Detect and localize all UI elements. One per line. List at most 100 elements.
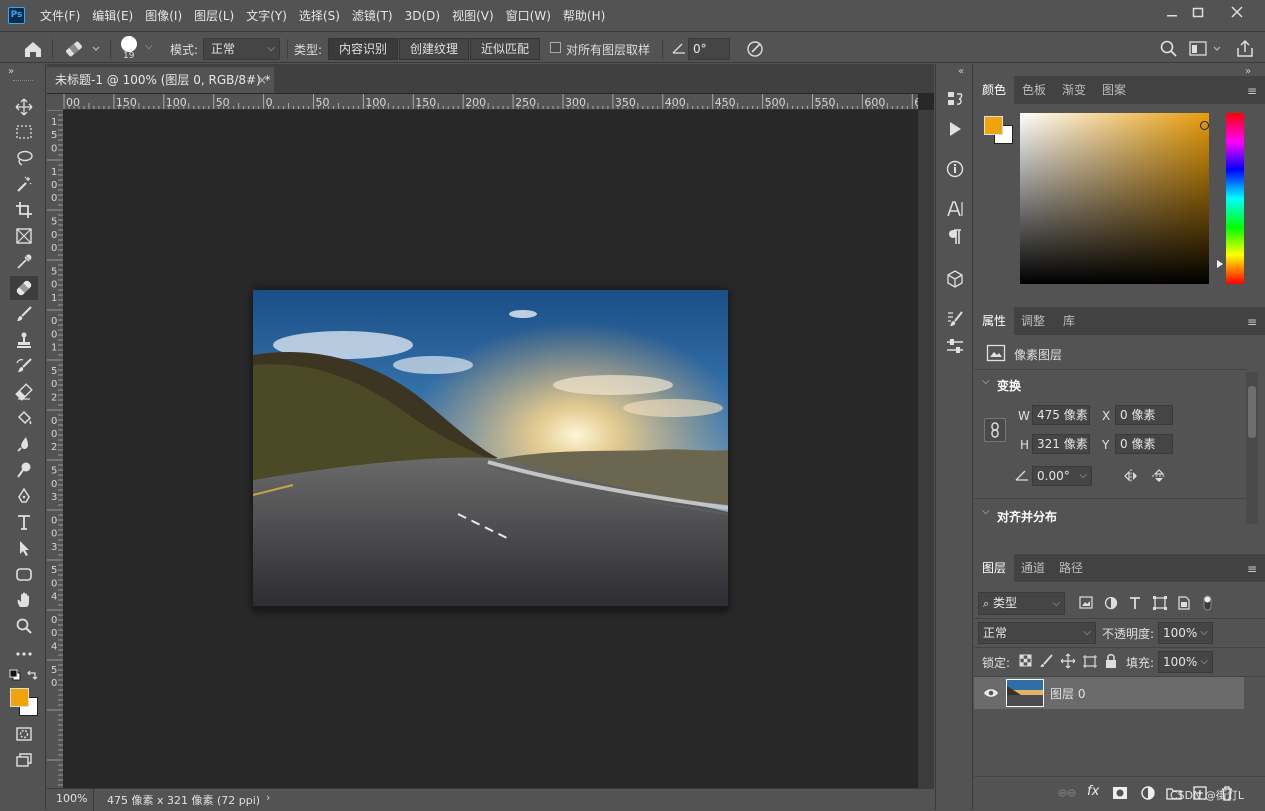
flip-vertical-button[interactable] (1150, 467, 1168, 485)
menu-help[interactable]: 帮助(H) (557, 0, 611, 32)
type-content-aware[interactable]: 内容识别 (328, 38, 398, 60)
tool-preset-picker[interactable] (63, 37, 103, 61)
close-tab-icon[interactable]: × (257, 67, 267, 93)
hue-slider[interactable] (1226, 113, 1244, 284)
color-field[interactable] (1020, 113, 1209, 284)
path-selection-tool[interactable] (10, 536, 38, 560)
link-layers-icon[interactable] (1058, 785, 1076, 801)
paragraph-panel-button[interactable] (944, 226, 966, 248)
link-dimensions-button[interactable] (984, 418, 1006, 442)
chevron-right-icon[interactable]: › (266, 791, 270, 804)
width-input[interactable]: 475 像素 (1032, 405, 1090, 425)
tab-paths[interactable]: 路径 (1052, 554, 1090, 582)
x-input[interactable]: 0 像素 (1115, 405, 1173, 425)
maximize-button[interactable] (1185, 2, 1211, 22)
hand-tool[interactable] (10, 588, 38, 612)
opacity-input[interactable]: 100% ⌵ (1158, 622, 1213, 644)
move-tool[interactable] (10, 95, 38, 119)
pressure-button[interactable] (744, 38, 766, 60)
panel-menu-icon[interactable]: ≡ (1247, 84, 1257, 98)
scroll-thumb[interactable] (1248, 386, 1256, 438)
add-layer-style-button[interactable]: fx (1087, 784, 1099, 799)
menu-file[interactable]: 文件(F) (34, 0, 86, 32)
document-image[interactable] (253, 290, 728, 611)
dodge-tool[interactable] (10, 458, 38, 482)
visibility-eye-icon[interactable] (983, 686, 999, 700)
tab-color[interactable]: 颜色 (974, 76, 1014, 104)
fill-input[interactable]: 100% ⌵ (1158, 651, 1213, 673)
zoom-tool[interactable] (10, 614, 38, 638)
collapse-icon[interactable]: « (958, 66, 964, 77)
panel-menu-icon[interactable]: ≡ (1247, 562, 1257, 576)
tab-gradients[interactable]: 渐变 (1054, 76, 1094, 104)
tab-channels[interactable]: 通道 (1014, 554, 1052, 582)
adjustment-layer-icon[interactable] (1140, 785, 1156, 801)
vertical-scrollbar[interactable] (918, 110, 934, 790)
pen-tool[interactable] (10, 484, 38, 508)
brush-settings-button[interactable] (944, 308, 966, 330)
eyedropper-tool[interactable] (10, 250, 38, 274)
blend-mode-select[interactable]: 正常 ⌵ (978, 622, 1096, 644)
height-input[interactable]: 321 像素 (1032, 434, 1090, 454)
foreground-color-swatch[interactable] (10, 688, 29, 707)
tab-layers[interactable]: 图层 (974, 554, 1014, 582)
tab-swatches[interactable]: 色板 (1014, 76, 1054, 104)
history-panel-button[interactable] (944, 88, 966, 110)
quick-mask-button[interactable] (10, 722, 38, 746)
menu-edit[interactable]: 编辑(E) (86, 0, 139, 32)
paint-bucket-tool[interactable] (10, 406, 38, 430)
document-tab[interactable]: 未标题-1 @ 100% (图层 0, RGB/8#) * × (47, 67, 274, 93)
eraser-tool[interactable] (10, 380, 38, 404)
menu-type[interactable]: 文字(Y) (240, 0, 293, 32)
rotation-input[interactable]: 0.00° ⌵ (1032, 466, 1092, 486)
3d-panel-button[interactable] (944, 268, 966, 290)
menu-window[interactable]: 窗口(W) (500, 0, 557, 32)
actions-panel-button[interactable] (944, 118, 966, 140)
layer-name[interactable]: 图层 0 (1050, 685, 1085, 702)
more-tools-button[interactable] (10, 642, 38, 666)
tab-libraries[interactable]: 库 (1052, 307, 1086, 335)
tool-presets-button[interactable] (944, 336, 966, 358)
chevron-down-icon[interactable]: ⌵ (982, 376, 990, 387)
type-tool[interactable] (10, 510, 38, 534)
angle-input[interactable]: 0° (688, 38, 730, 60)
menu-layer[interactable]: 图层(L) (188, 0, 240, 32)
menu-filter[interactable]: 滤镜(T) (346, 0, 399, 32)
chevron-down-icon[interactable]: ⌵ (982, 506, 990, 517)
panel-menu-icon[interactable]: ≡ (1247, 315, 1257, 329)
lock-icons[interactable] (1018, 652, 1118, 670)
clone-stamp-tool[interactable] (10, 328, 38, 352)
y-input[interactable]: 0 像素 (1115, 434, 1173, 454)
frame-tool[interactable] (10, 224, 38, 248)
type-proximity-match[interactable]: 近似匹配 (470, 38, 540, 60)
type-create-texture[interactable]: 创建纹理 (399, 38, 469, 60)
canvas-workspace[interactable] (63, 110, 917, 788)
zoom-level[interactable]: 100% (56, 792, 87, 805)
lasso-tool[interactable] (10, 146, 38, 170)
search-button[interactable] (1158, 38, 1180, 60)
menu-3d[interactable]: 3D(D) (399, 0, 446, 32)
flip-horizontal-button[interactable] (1122, 467, 1140, 485)
color-fg-swatch[interactable] (984, 116, 1003, 135)
workspace-button[interactable] (1188, 39, 1228, 59)
magic-wand-tool[interactable] (10, 172, 38, 196)
sample-all-checkbox[interactable] (550, 42, 561, 53)
brush-tool[interactable] (10, 302, 38, 326)
crop-tool[interactable] (10, 198, 38, 222)
menu-image[interactable]: 图像(I) (139, 0, 188, 32)
menu-view[interactable]: 视图(V) (446, 0, 500, 32)
home-button[interactable] (21, 38, 45, 60)
close-button[interactable] (1222, 2, 1252, 22)
minimize-button[interactable] (1159, 2, 1185, 22)
layer-row[interactable]: 图层 0 (974, 677, 1244, 709)
history-brush-tool[interactable] (10, 354, 38, 378)
properties-scrollbar[interactable] (1246, 372, 1258, 524)
healing-brush-tool[interactable] (10, 276, 38, 300)
mode-select[interactable]: 正常 ⌵ (203, 38, 280, 60)
rectangle-tool[interactable] (10, 562, 38, 586)
tab-adjustments[interactable]: 调整 (1014, 307, 1052, 335)
hue-slider-marker[interactable] (1217, 260, 1223, 268)
blur-tool[interactable] (10, 432, 38, 456)
collapse-icon[interactable]: » (8, 66, 14, 77)
marquee-tool[interactable] (10, 120, 38, 144)
